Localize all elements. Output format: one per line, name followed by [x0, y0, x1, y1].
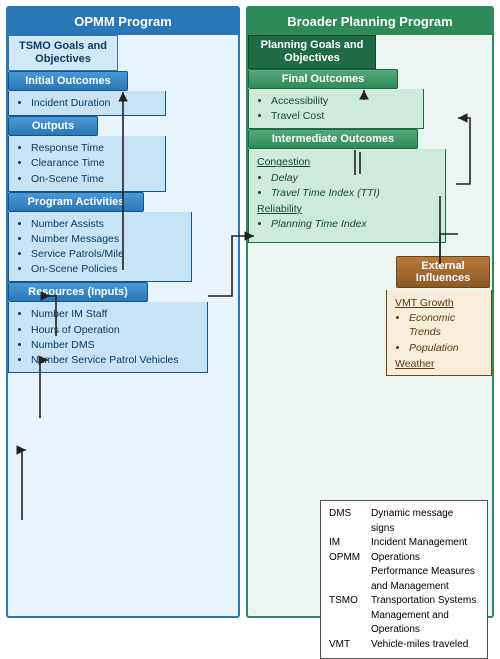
legend-row: IMIncident Management: [329, 536, 479, 551]
outputs-body: Response Time Clearance Time On-Scene Ti…: [8, 136, 166, 192]
final-outcomes-item: Travel Cost: [271, 109, 415, 123]
final-outcomes-header: Final Outcomes: [248, 69, 398, 89]
intermediate-group-label: Congestion: [257, 155, 437, 169]
activities-item: Number Messages: [31, 232, 183, 246]
intermediate-item: Delay: [271, 171, 437, 185]
intermediate-body: Congestion Delay Travel Time Index (TTI)…: [248, 149, 446, 243]
intermediate-header: Intermediate Outcomes: [248, 129, 418, 149]
external-header: External Influences: [396, 256, 490, 288]
legend-abbr: IM: [329, 536, 371, 551]
legend-abbr: VMT: [329, 638, 371, 653]
resources-item: Number DMS: [31, 338, 199, 352]
resources-item: Hours of Operation: [31, 323, 199, 337]
resources-item: Number Service Patrol Vehicles: [31, 353, 199, 367]
activities-header: Program Activities: [8, 192, 144, 212]
legend-row: DMSDynamic message signs: [329, 507, 479, 536]
activities-item: Service Patrols/Mile: [31, 247, 183, 261]
activities-item: On-Scene Policies: [31, 262, 183, 276]
legend-row: OPMMOperations Performance Measures and …: [329, 551, 479, 595]
legend-abbr: TSMO: [329, 594, 371, 638]
legend-abbr: DMS: [329, 507, 371, 536]
resources-body: Number IM Staff Hours of Operation Numbe…: [8, 302, 208, 373]
tsmo-goals-box: TSMO Goals and Objectives: [8, 35, 118, 71]
initial-outcomes-header: Initial Outcomes: [8, 71, 128, 91]
initial-outcomes-item: Incident Duration: [31, 96, 157, 110]
legend-row: TSMOTransportation Systems Management an…: [329, 594, 479, 638]
legend-def: Operations Performance Measures and Mana…: [371, 551, 479, 595]
outputs-item: Response Time: [31, 141, 157, 155]
opmm-column: OPMM Program TSMO Goals and Objectives I…: [6, 6, 240, 618]
intermediate-item: Planning Time Index: [271, 217, 437, 231]
legend-box: DMSDynamic message signs IMIncident Mana…: [320, 500, 488, 659]
external-item: Economic Trends: [409, 311, 483, 339]
resources-header: Resources (Inputs): [8, 282, 148, 302]
external-group-label: Weather: [395, 357, 483, 371]
external-group-label: VMT Growth: [395, 296, 483, 310]
activities-item: Number Assists: [31, 217, 183, 231]
intermediate-group-label: Reliability: [257, 202, 437, 216]
outputs-item: On-Scene Time: [31, 172, 157, 186]
opmm-title: OPMM Program: [8, 8, 238, 35]
legend-row: VMTVehicle-miles traveled: [329, 638, 479, 653]
legend-def: Transportation Systems Management and Op…: [371, 594, 479, 638]
outputs-item: Clearance Time: [31, 156, 157, 170]
legend-def: Dynamic message signs: [371, 507, 479, 536]
legend-def: Incident Management: [371, 536, 479, 551]
initial-outcomes-body: Incident Duration: [8, 91, 166, 116]
final-outcomes-body: Accessibility Travel Cost: [248, 89, 424, 129]
intermediate-item: Travel Time Index (TTI): [271, 186, 437, 200]
external-item: Population: [409, 341, 483, 355]
resources-item: Number IM Staff: [31, 307, 199, 321]
activities-body: Number Assists Number Messages Service P…: [8, 212, 192, 283]
final-outcomes-item: Accessibility: [271, 94, 415, 108]
legend-def: Vehicle-miles traveled: [371, 638, 479, 653]
external-body: VMT Growth Economic Trends Population We…: [386, 290, 492, 376]
legend-abbr: OPMM: [329, 551, 371, 595]
planning-goals-box: Planning Goals and Objectives: [248, 35, 376, 69]
broader-title: Broader Planning Program: [248, 8, 492, 35]
outputs-header: Outputs: [8, 116, 98, 136]
